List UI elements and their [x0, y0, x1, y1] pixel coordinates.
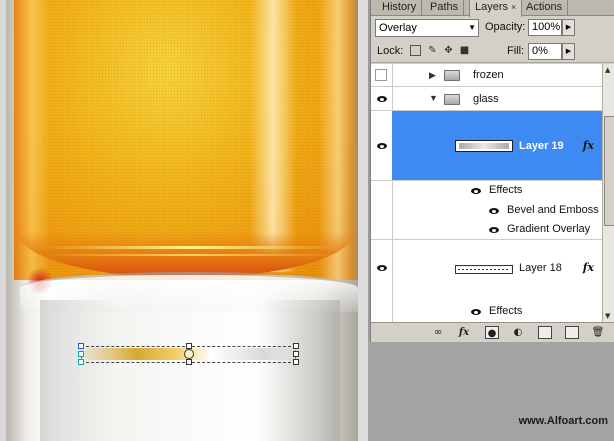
transform-handle-bottom-right[interactable]	[293, 359, 299, 365]
opacity-slider-button[interactable]: ▶	[562, 19, 575, 36]
effect-name: Gradient Overlay	[507, 223, 591, 235]
effect-row[interactable]: Bevel and Emboss	[371, 201, 602, 220]
layer-name: Layer 19	[519, 140, 564, 152]
transform-handle-bottom-middle[interactable]	[186, 359, 192, 365]
blend-mode-value: Overlay	[379, 22, 417, 34]
visibility-toggle[interactable]	[371, 111, 393, 180]
document-canvas[interactable]	[0, 0, 368, 441]
eye-icon[interactable]	[489, 227, 499, 233]
blend-mode-select[interactable]: Overlay ▼	[375, 19, 479, 37]
opacity-label: Opacity:	[485, 21, 526, 33]
transform-handle-middle-right[interactable]	[293, 351, 299, 357]
fx-icon[interactable]: fx	[583, 261, 594, 274]
eye-icon[interactable]	[471, 309, 481, 315]
layers-bottom-toolbar: ∞ fx ● ◐ 🗑	[371, 322, 614, 342]
fill-input[interactable]: 0%	[528, 43, 562, 60]
effects-row[interactable]: Effects	[371, 302, 602, 322]
layer-group-row[interactable]: ▶ frozen	[371, 64, 602, 87]
adjustment-layer-icon[interactable]: ◐	[511, 326, 525, 339]
effects-row[interactable]: Effects	[371, 181, 602, 201]
transform-handle-middle-left[interactable]	[78, 351, 84, 357]
tab-label: Paths	[430, 1, 459, 13]
panel-tab-bar: History Paths Layers × Actions	[371, 0, 614, 17]
layer-thumbnail	[455, 265, 513, 274]
eye-icon	[377, 265, 387, 271]
layer-name: glass	[473, 93, 499, 105]
fill-label: Fill:	[507, 45, 525, 57]
layer-group-row[interactable]: ▼ glass	[371, 87, 602, 111]
glass-base-shading	[40, 300, 340, 441]
collapse-triangle-icon[interactable]: ▼	[429, 93, 438, 103]
visibility-toggle[interactable]	[371, 87, 393, 110]
tab-label: History	[382, 1, 417, 13]
layer-name: Layer 18	[519, 262, 562, 274]
blend-opacity-row: Overlay ▼ Opacity: 100% ▶	[371, 18, 614, 40]
effects-label: Effects	[489, 305, 523, 317]
effect-row[interactable]: Gradient Overlay	[371, 220, 602, 240]
tab-actions[interactable]: Actions	[521, 0, 569, 16]
tab-paths[interactable]: Paths	[425, 0, 465, 16]
tab-label: Layers	[475, 1, 509, 13]
layer-mask-icon[interactable]: ●	[485, 326, 499, 339]
lock-label: Lock:	[377, 45, 404, 57]
tab-layers[interactable]: Layers ×	[469, 0, 523, 17]
eye-icon	[377, 96, 387, 102]
new-layer-icon[interactable]	[565, 326, 579, 339]
close-icon[interactable]: ×	[511, 2, 516, 12]
lock-image-pixels-icon[interactable]: ✎	[427, 45, 438, 56]
eye-icon	[377, 143, 387, 149]
visibility-column	[371, 181, 393, 201]
layers-list: ▶ frozen ▼ glass Layer 19 fx Effects Bev…	[371, 64, 602, 322]
visibility-column	[371, 302, 393, 322]
liquid-glow-line	[40, 246, 340, 249]
lock-position-icon[interactable]: ✥	[443, 45, 454, 56]
expand-triangle-icon[interactable]: ▶	[429, 70, 436, 81]
scrollbar-thumb[interactable]	[604, 116, 614, 226]
lock-transparent-pixels-icon[interactable]	[410, 45, 421, 56]
visibility-column	[371, 201, 393, 220]
chevron-down-icon: ▼	[468, 23, 476, 32]
watermark-text: www.Alfoart.com	[518, 415, 608, 427]
layer-name: frozen	[473, 69, 504, 81]
fill-slider-button[interactable]: ▶	[562, 43, 575, 60]
folder-icon	[444, 94, 460, 105]
transform-handle-bottom-left[interactable]	[78, 359, 84, 365]
layer-row[interactable]: Layer 18 fx	[371, 240, 602, 302]
scroll-up-icon[interactable]: ▲	[605, 66, 610, 74]
effect-name: Bevel and Emboss	[507, 204, 599, 216]
lock-all-icon[interactable]: ■	[459, 45, 470, 56]
layer-thumbnail	[455, 140, 513, 152]
eye-icon[interactable]	[489, 208, 499, 214]
opacity-input[interactable]: 100%	[528, 19, 562, 36]
fx-icon[interactable]: fx	[457, 326, 471, 339]
liquid-glow-line	[40, 254, 340, 256]
layers-scrollbar[interactable]: ▲ ▼	[602, 64, 614, 322]
trash-icon[interactable]: 🗑	[591, 326, 605, 339]
lock-fill-row: Lock: ✎ ✥ ■ Fill: 0% ▶	[371, 41, 614, 63]
visibility-column	[371, 220, 393, 239]
transform-reference-point[interactable]	[184, 349, 194, 359]
tab-history[interactable]: History	[377, 0, 423, 16]
eye-icon[interactable]	[471, 188, 481, 194]
effects-label: Effects	[489, 184, 523, 196]
visibility-off-icon	[375, 69, 387, 81]
folder-icon	[444, 70, 460, 81]
new-group-icon[interactable]	[538, 326, 552, 339]
visibility-toggle[interactable]	[371, 240, 393, 302]
transform-handle-top-left[interactable]	[78, 343, 84, 349]
transform-handle-top-right[interactable]	[293, 343, 299, 349]
layer-row-selected[interactable]: Layer 19 fx	[371, 111, 602, 181]
link-icon[interactable]: ∞	[431, 326, 445, 339]
tab-label: Actions	[526, 1, 563, 13]
fx-icon[interactable]: fx	[583, 139, 594, 152]
layers-panel: History Paths Layers × Actions Overlay ▼ …	[370, 0, 614, 342]
scroll-down-icon[interactable]: ▼	[605, 312, 610, 320]
visibility-toggle[interactable]	[371, 64, 393, 86]
